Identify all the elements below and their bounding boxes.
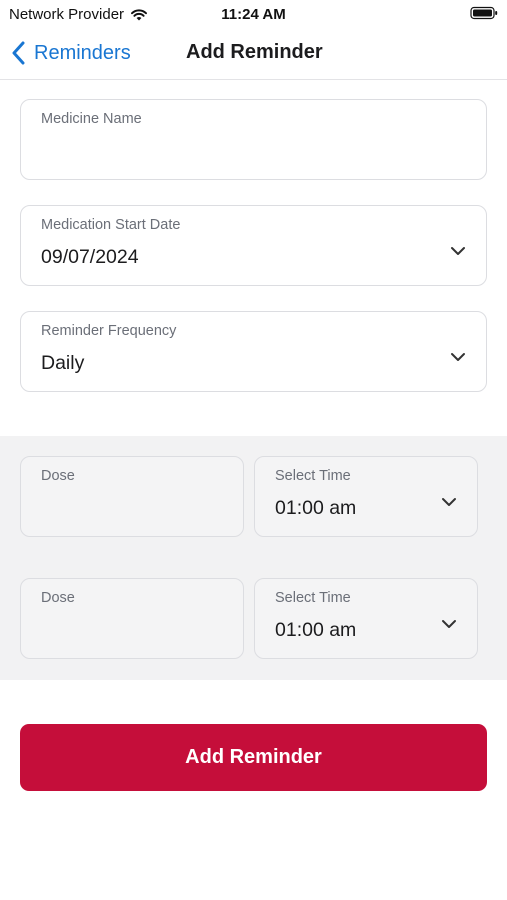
select-time-label: Select Time xyxy=(275,468,351,484)
start-date-field[interactable]: Medication Start Date 09/07/2024 xyxy=(20,205,487,286)
medicine-name-field[interactable]: Medicine Name xyxy=(20,99,487,180)
medicine-name-label: Medicine Name xyxy=(41,111,142,127)
battery-icon xyxy=(470,6,498,25)
chevron-left-icon xyxy=(12,41,25,65)
dose-label: Dose xyxy=(41,590,75,606)
dose-field-2[interactable]: Dose xyxy=(20,578,244,659)
select-time-value: 01:00 am xyxy=(275,619,357,641)
chevron-down-icon xyxy=(442,620,456,628)
back-label: Reminders xyxy=(34,41,131,64)
add-reminder-label: Add Reminder xyxy=(185,746,322,768)
chevron-down-icon xyxy=(451,353,465,361)
status-bar: Network Provider 11:24 AM xyxy=(0,0,507,28)
select-time-field-2[interactable]: Select Time 01:00 am xyxy=(254,578,478,659)
page-title: Add Reminder xyxy=(186,41,323,63)
chevron-down-icon xyxy=(451,247,465,255)
start-date-label: Medication Start Date xyxy=(41,217,181,233)
reminder-frequency-field[interactable]: Reminder Frequency Daily xyxy=(20,311,487,392)
chevron-down-icon xyxy=(442,498,456,506)
dose-label: Dose xyxy=(41,468,75,484)
select-time-label: Select Time xyxy=(275,590,351,606)
select-time-field-1[interactable]: Select Time 01:00 am xyxy=(254,456,478,537)
frequency-value: Daily xyxy=(41,352,85,374)
navigation-bar: Reminders Add Reminder xyxy=(0,28,507,80)
dose-field-1[interactable]: Dose xyxy=(20,456,244,537)
back-button[interactable]: Reminders xyxy=(12,38,131,68)
select-time-value: 01:00 am xyxy=(275,497,357,519)
start-date-value: 09/07/2024 xyxy=(41,246,139,268)
add-reminder-button[interactable]: Add Reminder xyxy=(20,724,487,791)
frequency-label: Reminder Frequency xyxy=(41,323,177,339)
status-time: 11:24 AM xyxy=(221,6,286,23)
